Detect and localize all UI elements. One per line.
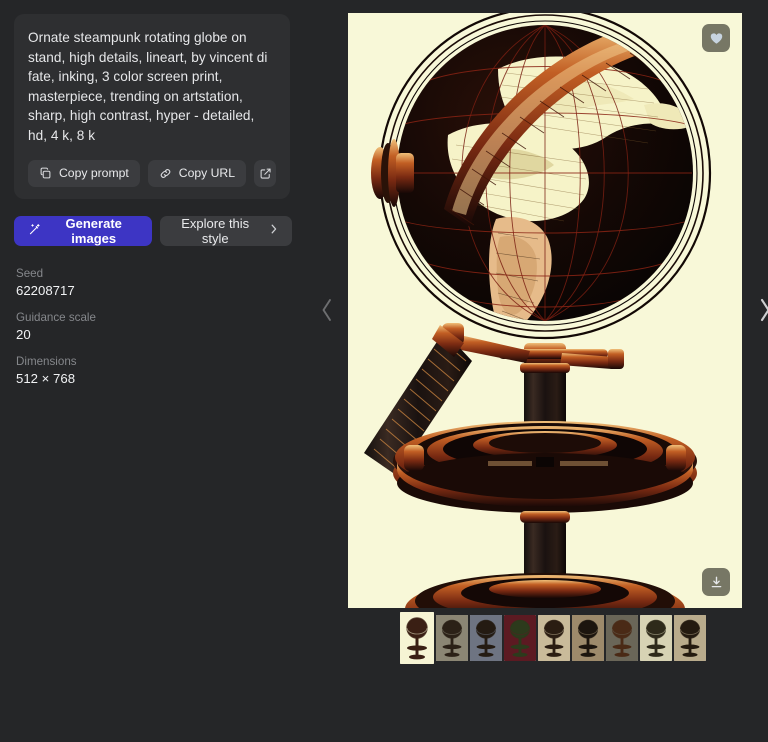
thumbnail-4[interactable] [504,615,536,661]
dimensions-label: Dimensions [16,354,77,368]
guidance-scale-value: 20 [16,326,31,342]
thumbnail-art [470,615,502,661]
download-icon [711,576,721,587]
prompt-action-row: Copy prompt Copy URL [28,159,276,187]
metadata-list: Seed 62208717 Guidance scale 20 Dimensio… [14,266,292,388]
thumbnail-art [572,615,604,661]
magic-wand-icon [28,223,41,239]
copy-url-button[interactable]: Copy URL [147,159,246,187]
image-detail-page: Ornate steampunk rotating globe on stand… [0,0,768,742]
thumbnail-6[interactable] [572,615,604,661]
copy-url-label: Copy URL [178,166,235,181]
copy-icon [39,167,52,180]
thumbnail-5[interactable] [538,615,570,661]
generate-images-button[interactable]: Generate images [14,215,153,246]
thumbnail-9[interactable] [674,615,706,661]
base-plate [393,421,697,513]
explore-style-button[interactable]: Explore this style [160,215,292,246]
link-icon [159,167,172,180]
seed-label: Seed [16,266,44,280]
prompt-text: Ornate steampunk rotating globe on stand… [28,30,268,143]
thumbnail-art [640,615,672,661]
explore-style-label: Explore this style [181,215,250,246]
thumbnail-strip [400,612,706,664]
main-action-row: Generate images Explore this style [14,215,292,246]
thumbnail-art [436,615,468,661]
thumbnail-7[interactable] [606,615,638,661]
chevron-right-icon [760,298,768,322]
dimensions-value: 512 × 768 [16,370,76,386]
thumbnail-2[interactable] [436,615,468,661]
chevron-left-icon [322,299,331,321]
copy-prompt-label: Copy prompt [59,166,129,181]
details-sidebar: Ornate steampunk rotating globe on stand… [0,0,310,742]
thumbnail-8[interactable] [640,615,672,661]
download-button[interactable] [702,568,730,596]
external-link-icon [259,167,272,180]
globe-artwork [348,13,742,608]
hero-image[interactable] [348,13,742,608]
heart-icon [710,32,722,44]
previous-image-button[interactable] [312,280,342,340]
thumbnail-art [606,615,638,661]
thumbnail-art [538,615,570,661]
seed-value: 62208717 [16,282,75,298]
next-image-button[interactable] [750,280,768,340]
open-external-button[interactable] [254,159,276,187]
chevron-right-icon [269,223,279,238]
guidance-scale-label: Guidance scale [16,310,96,324]
thumbnail-art [504,615,536,661]
thumbnail-1[interactable] [400,612,434,664]
thumbnail-art [400,612,434,664]
image-viewer [310,0,768,742]
thumbnail-art [674,615,706,661]
generate-images-label: Generate images [65,215,122,246]
favorite-button[interactable] [702,24,730,52]
thumbnail-3[interactable] [470,615,502,661]
copy-prompt-button[interactable]: Copy prompt [28,159,140,187]
prompt-card: Ornate steampunk rotating globe on stand… [14,14,290,199]
